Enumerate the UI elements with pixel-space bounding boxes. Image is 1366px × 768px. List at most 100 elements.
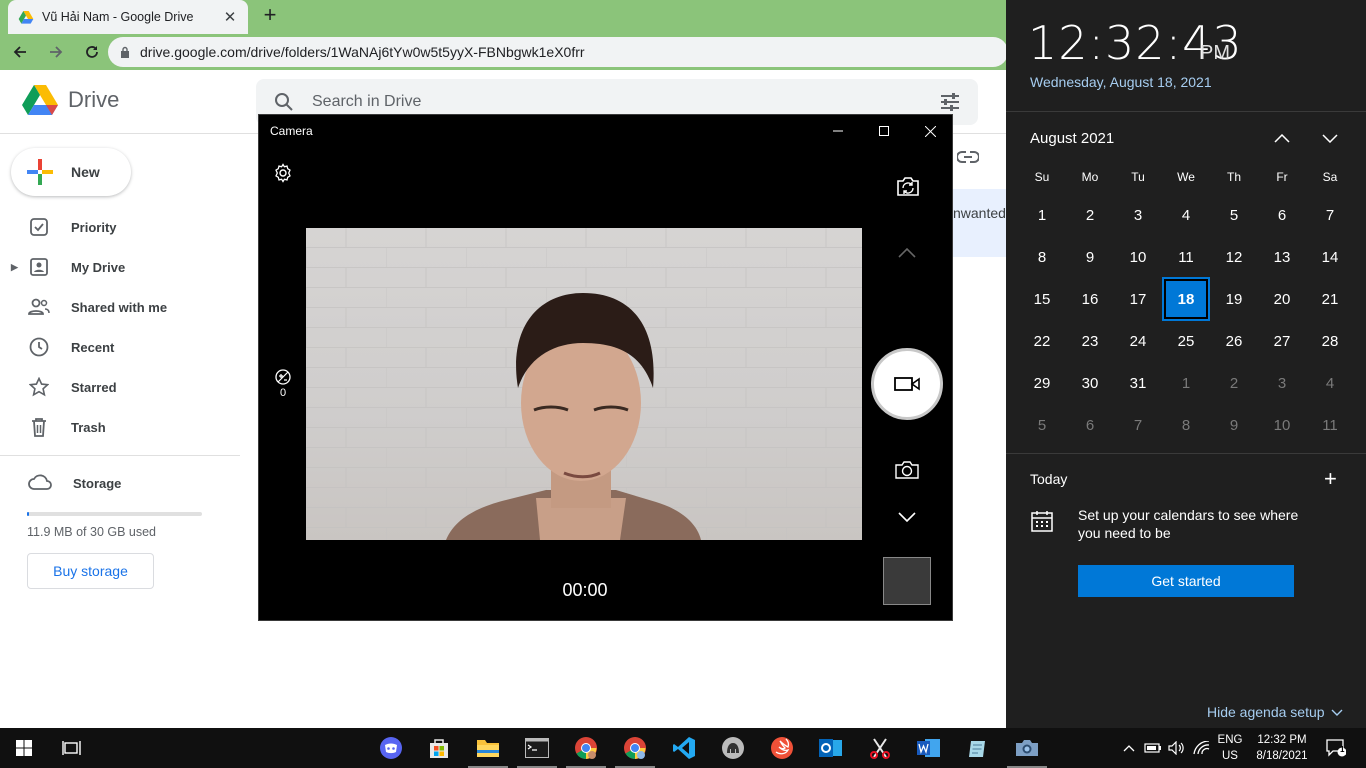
minimize-button[interactable] [815,117,861,145]
calendar-day[interactable]: 5 [1018,404,1066,446]
volume-icon[interactable] [1166,728,1188,768]
search-icon[interactable] [274,92,294,112]
last-capture-thumbnail[interactable] [883,557,931,605]
sidebar-item-starred[interactable]: Starred [0,367,240,407]
calendar-day[interactable]: 19 [1210,278,1258,320]
task-view-icon[interactable] [48,728,96,768]
calendar-day[interactable]: 14 [1306,236,1354,278]
show-hidden-icons-chevron-icon[interactable] [1120,728,1138,768]
sidebar-item-recent[interactable]: Recent [0,327,240,367]
calendar-day[interactable]: 23 [1066,320,1114,362]
sidebar-item-storage[interactable]: Storage [28,474,121,493]
windows-start-icon[interactable] [0,728,48,768]
calendar-day[interactable]: 7 [1114,404,1162,446]
calendar-day[interactable]: 28 [1306,320,1354,362]
calendar-day[interactable]: 12 [1210,236,1258,278]
maximize-button[interactable] [861,117,907,145]
file-explorer-icon[interactable] [464,728,512,768]
calendar-day[interactable]: 24 [1114,320,1162,362]
calendar-day[interactable]: 9 [1210,404,1258,446]
sidebar-item-trash[interactable]: Trash [0,407,240,447]
calendar-day[interactable]: 10 [1114,236,1162,278]
get-started-button[interactable]: Get started [1078,565,1294,597]
sidebar-item-shared-with-me[interactable]: Shared with me [0,287,240,327]
link-icon[interactable] [957,150,979,164]
sidebar-item-my-drive[interactable]: ▶ My Drive [0,247,240,287]
calendar-day[interactable]: 31 [1114,362,1162,404]
word-icon[interactable] [905,728,953,768]
calendar-day[interactable]: 22 [1018,320,1066,362]
calendar-day[interactable]: 9 [1066,236,1114,278]
drive-logo[interactable]: Drive [22,84,119,116]
calendar-day[interactable]: 25 [1162,320,1210,362]
calendar-day[interactable]: 2 [1210,362,1258,404]
expand-caret-icon[interactable]: ▶ [11,262,18,273]
calendar-day[interactable]: 3 [1114,194,1162,236]
calendar-day[interactable]: 27 [1258,320,1306,362]
browser-tab[interactable]: Vũ Hải Nam - Google Drive ✕ [8,0,248,34]
flyout-date-link[interactable]: Wednesday, August 18, 2021 [1030,74,1212,90]
add-event-plus-icon[interactable]: + [1324,468,1337,490]
forward-icon[interactable] [40,36,72,68]
visual-studio-code-icon[interactable] [660,728,708,768]
taskbar-clock[interactable]: 12:32 PM 8/18/2021 [1250,732,1314,764]
calendar-day[interactable]: 3 [1258,362,1306,404]
buy-storage-button[interactable]: Buy storage [27,553,154,589]
calendar-month-label[interactable]: August 2021 [1030,130,1114,147]
mode-up-chevron-icon[interactable] [897,243,917,263]
notification-center-icon[interactable]: 1 [1322,728,1350,768]
settings-gear-icon[interactable] [272,162,294,184]
hide-agenda-link[interactable]: Hide agenda setup [1207,704,1343,720]
discord-icon[interactable] [367,728,415,768]
file-row[interactable]: nwanted [953,189,1006,257]
sidebar-item-priority[interactable]: Priority [0,207,240,247]
calendar-day[interactable]: 20 [1258,278,1306,320]
calendar-day[interactable]: 4 [1162,194,1210,236]
elephant-app-icon[interactable] [709,728,757,768]
back-icon[interactable] [4,36,36,68]
input-language-indicator[interactable]: ENG US [1214,732,1246,764]
calendar-day[interactable]: 16 [1066,278,1114,320]
swift-app-icon[interactable] [758,728,806,768]
calendar-day[interactable]: 17 [1114,278,1162,320]
record-video-button[interactable] [871,348,943,420]
new-tab-icon[interactable]: + [258,4,282,28]
battery-icon[interactable] [1142,728,1164,768]
close-button[interactable] [907,117,953,145]
camera-app-icon[interactable] [1003,728,1051,768]
calendar-day-selected[interactable]: 18 [1162,277,1210,321]
calendar-day[interactable]: 21 [1306,278,1354,320]
exposure-icon[interactable] [274,368,292,386]
calendar-day[interactable]: 11 [1162,236,1210,278]
reload-icon[interactable] [76,36,108,68]
new-button[interactable]: New [11,148,131,196]
calendar-day[interactable]: 7 [1306,194,1354,236]
outlook-icon[interactable] [807,728,855,768]
calendar-day[interactable]: 29 [1018,362,1066,404]
wifi-icon[interactable] [1190,728,1212,768]
calendar-day[interactable]: 4 [1306,362,1354,404]
calendar-day[interactable]: 8 [1162,404,1210,446]
calendar-day[interactable]: 1 [1018,194,1066,236]
calendar-day[interactable]: 6 [1258,194,1306,236]
search-options-icon[interactable] [940,93,960,111]
search-input[interactable]: Search in Drive [312,93,940,111]
calendar-day[interactable]: 30 [1066,362,1114,404]
address-bar[interactable]: drive.google.com/drive/folders/1WaNAj6tY… [108,37,1008,67]
chrome-profile-2-icon[interactable] [611,728,659,768]
previous-month-chevron-icon[interactable] [1270,128,1294,148]
microsoft-store-icon[interactable] [415,728,463,768]
calendar-day[interactable]: 13 [1258,236,1306,278]
calendar-day[interactable]: 10 [1258,404,1306,446]
calendar-day[interactable]: 26 [1210,320,1258,362]
chrome-profile-1-icon[interactable] [562,728,610,768]
calendar-day[interactable]: 5 [1210,194,1258,236]
mode-down-chevron-icon[interactable] [897,507,917,527]
calendar-day[interactable]: 6 [1066,404,1114,446]
next-month-chevron-icon[interactable] [1318,128,1342,148]
calendar-day[interactable]: 1 [1162,362,1210,404]
switch-camera-icon[interactable] [893,174,923,200]
snipping-tool-icon[interactable] [856,728,904,768]
notepad-icon[interactable] [954,728,1002,768]
photo-mode-camera-icon[interactable] [893,458,921,482]
